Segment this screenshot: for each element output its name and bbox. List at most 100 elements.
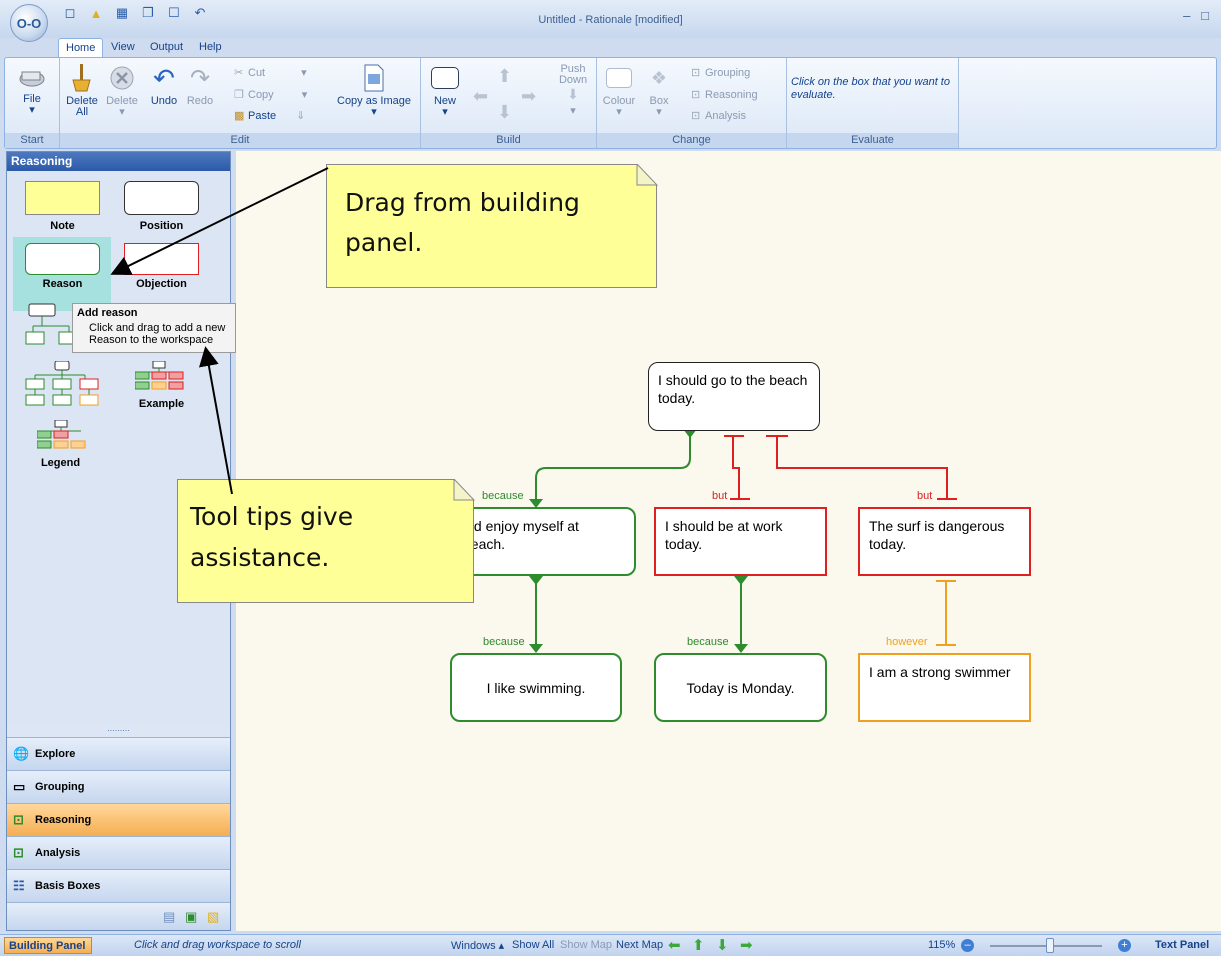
box-icon[interactable]: ☐ <box>166 5 182 21</box>
arrow-up-icon[interactable]: ⬆ <box>497 66 512 87</box>
group-change: Colour ▾ ❖ Box ▾ ⊡ Grouping ⊡ Reasoning ⊡ Ana… <box>597 58 787 148</box>
ribbon: File ▾ Start Delete All Delete ▾ ↶ Undo ↷ … <box>4 57 1217 149</box>
zoom-slider-thumb[interactable] <box>1046 938 1054 953</box>
arrow-left-icon[interactable]: ⬅ <box>473 86 488 107</box>
delete-all-button[interactable]: Delete All <box>64 64 100 118</box>
workspace-canvas[interactable]: because because because but but however … <box>177 151 1221 931</box>
example-template[interactable] <box>134 360 189 396</box>
note-label: Note <box>50 220 75 232</box>
new-icon[interactable]: ◻ <box>62 5 78 21</box>
box-button[interactable]: ❖ Box ▾ <box>641 64 677 118</box>
show-all-button[interactable]: Show All <box>512 939 554 951</box>
reason-label: Reason <box>42 278 83 290</box>
push-down-button[interactable]: Push Down ⬇ ▾ <box>551 64 595 117</box>
title-bar: Untitled - Rationale [modified] ◻ ▲ ▦ ❐ … <box>0 0 1221 38</box>
complex-argument-template[interactable] <box>25 360 105 424</box>
objection-box[interactable]: I should be at work today. <box>654 507 827 576</box>
pan-right-icon[interactable]: ➡ <box>740 936 753 954</box>
nav-basis-boxes[interactable]: ☷ Basis Boxes <box>7 869 230 902</box>
scissors-icon: ✂ <box>234 67 244 79</box>
redo-button[interactable]: ↷ Redo <box>182 64 218 107</box>
tab-help[interactable]: Help <box>192 38 229 58</box>
app-logo-icon: O-O <box>16 15 42 31</box>
copy-as-image-button[interactable]: Copy as Image ▾ <box>336 64 412 118</box>
cut-button[interactable]: ✂ Cut ▾ <box>234 66 307 79</box>
window-controls[interactable]: – □ <box>1183 8 1209 23</box>
example-label: Example <box>138 398 185 410</box>
note-text: Drag from building panel. <box>345 188 580 257</box>
show-map-button[interactable]: Show Map <box>560 939 612 951</box>
reason-box[interactable]: I like swimming. <box>450 653 622 722</box>
tab-output[interactable]: Output <box>143 38 190 58</box>
tab-home[interactable]: Home <box>58 38 104 58</box>
zoom-level: 115% <box>928 939 956 951</box>
group-label-start: Start <box>5 133 59 148</box>
undo-icon[interactable]: ↶ <box>192 5 208 21</box>
basis-box-icon: ☷ <box>13 878 25 893</box>
windows-button[interactable]: Windows ▴ <box>451 939 504 952</box>
copy-icon: ❐ <box>234 89 244 101</box>
position-box[interactable]: I should go to the beach today. <box>648 362 820 431</box>
delete-button[interactable]: Delete ▾ <box>104 64 140 118</box>
legend-template[interactable] <box>36 419 91 455</box>
tab-view[interactable]: View <box>104 38 142 58</box>
save-icon[interactable]: ▦ <box>114 5 130 21</box>
group-label-evaluate: Evaluate <box>787 133 958 148</box>
pan-down-icon[interactable]: ⬇ <box>716 936 729 954</box>
nav-grouping[interactable]: ▭ Grouping <box>7 770 230 803</box>
next-map-button[interactable]: Next Map <box>616 939 663 951</box>
evaluate-hint: Click on the box that you want to evalua… <box>791 76 950 101</box>
pan-left-icon[interactable]: ⬅ <box>668 936 681 954</box>
reason-box[interactable]: uld enjoy myself at beach. <box>450 507 636 576</box>
building-panel-toggle[interactable]: Building Panel <box>4 937 92 954</box>
copy-icon[interactable]: ❐ <box>140 5 156 21</box>
paste-button[interactable]: ▩ Paste ⇓ <box>234 109 305 122</box>
globe-icon: 🌐 <box>13 746 30 761</box>
zoom-out-icon[interactable]: – <box>961 939 974 952</box>
text-panel-button[interactable]: Text Panel <box>1155 939 1209 951</box>
nav-reasoning[interactable]: ⊡ Reasoning <box>7 803 230 836</box>
note-tooltips[interactable]: Tool tips give assistance. <box>177 479 474 603</box>
objection-box[interactable]: The surf is dangerous today. <box>858 507 1031 576</box>
pan-up-icon[interactable]: ⬆ <box>692 936 705 954</box>
but-label: but <box>712 490 728 502</box>
note-drag[interactable]: Drag from building panel. <box>326 164 657 288</box>
note-template[interactable] <box>25 181 100 215</box>
new-box-button[interactable]: New ▾ <box>427 64 463 118</box>
app-menu-button[interactable]: O-O <box>10 4 48 42</box>
panel-templates: Note Position Reason Objection Example L… <box>7 171 236 726</box>
reason-box[interactable]: Today is Monday. <box>654 653 827 722</box>
analysis-button[interactable]: ⊡ Analysis <box>691 109 746 122</box>
copy-button[interactable]: ❐ Copy ▾ <box>234 88 307 101</box>
arrow-right-icon[interactable]: ➡ <box>521 86 536 107</box>
group-label-edit: Edit <box>60 133 420 148</box>
rebuttal-box[interactable]: I am a strong swimmer <box>858 653 1031 722</box>
zoom-in-icon[interactable]: + <box>1118 939 1131 952</box>
undo-button[interactable]: ↶ Undo <box>146 64 182 107</box>
nav-analysis[interactable]: ⊡ Analysis <box>7 836 230 869</box>
because-label: because <box>483 636 525 648</box>
splitter-grip[interactable]: ......... <box>7 724 230 735</box>
analysis-icon: ⊡ <box>691 110 701 122</box>
nav-explore[interactable]: 🌐 Explore <box>7 737 230 770</box>
position-template[interactable] <box>124 181 199 215</box>
analysis-tree-icon: ⊡ <box>13 845 24 860</box>
colour-button[interactable]: Colour ▾ <box>601 64 637 118</box>
tooltip-title: Add reason <box>77 307 138 319</box>
panel-footer: ▤ ▣ ▧ <box>7 902 230 930</box>
status-bar: Building Panel Click and drag workspace … <box>0 934 1221 956</box>
reasoning-button[interactable]: ⊡ Reasoning <box>691 88 758 101</box>
reason-template[interactable] <box>25 243 100 275</box>
group-build: New ▾ ⬅ ⬆ ⬇ ➡ Push Down ⬇ ▾ Build <box>421 58 597 148</box>
file-button[interactable]: File ▾ <box>11 64 53 116</box>
map-icon[interactable]: ▣ <box>185 909 197 925</box>
doc-icon[interactable]: ▤ <box>163 909 175 925</box>
objection-template[interactable] <box>124 243 199 275</box>
grouping-button[interactable]: ⊡ Grouping <box>691 66 750 79</box>
arrow-down-icon[interactable]: ⬇ <box>497 102 512 123</box>
note-icon[interactable]: ▧ <box>207 909 219 925</box>
open-icon[interactable]: ▲ <box>88 5 104 21</box>
objection-label: Objection <box>136 278 187 290</box>
reasoning-tree-icon: ⊡ <box>13 812 24 827</box>
panel-title: Reasoning <box>7 152 230 171</box>
